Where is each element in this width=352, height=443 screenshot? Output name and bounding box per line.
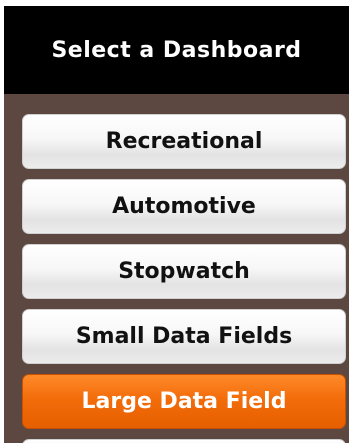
dashboard-option-stopwatch[interactable]: Stopwatch <box>22 244 346 299</box>
device-frame: Select a Dashboard Recreational Automoti… <box>0 0 352 443</box>
dashboard-list: Recreational Automotive Stopwatch Small … <box>22 114 346 443</box>
dashboard-selection-screen: Select a Dashboard Recreational Automoti… <box>4 6 349 443</box>
page-title: Select a Dashboard <box>4 6 349 94</box>
dashboard-option-small-data-fields[interactable]: Small Data Fields <box>22 309 346 364</box>
dashboard-option-next-partial[interactable] <box>22 439 346 443</box>
dashboard-option-automotive[interactable]: Automotive <box>22 179 346 234</box>
dashboard-option-label: Small Data Fields <box>75 324 293 349</box>
dashboard-option-recreational[interactable]: Recreational <box>22 114 346 169</box>
dashboard-option-label: Automotive <box>112 194 256 219</box>
dashboard-option-label: Large Data Field <box>81 389 287 414</box>
page-title-text: Select a Dashboard <box>51 37 302 63</box>
dashboard-option-label: Stopwatch <box>118 259 250 284</box>
dashboard-option-label: Recreational <box>105 129 263 154</box>
dashboard-option-large-data-field[interactable]: Large Data Field <box>22 374 346 429</box>
